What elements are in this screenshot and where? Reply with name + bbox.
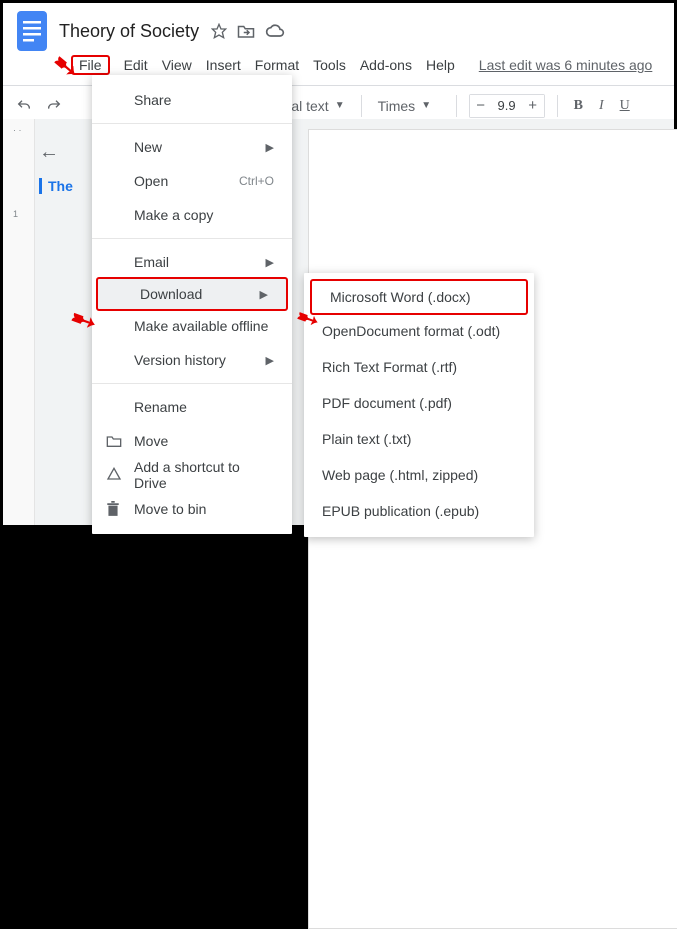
download-html[interactable]: Web page (.html, zipped) <box>304 457 534 493</box>
file-menu-download[interactable]: Download▶ <box>96 277 288 311</box>
folder-move-icon <box>106 434 134 448</box>
menu-item-label: Move <box>134 433 274 449</box>
menu-item-label: Email <box>134 254 266 270</box>
italic-button[interactable]: I <box>595 98 608 114</box>
file-menu-offline[interactable]: Make available offline <box>92 309 292 343</box>
menu-item-label: Move to bin <box>134 501 274 517</box>
menu-item-label: Share <box>134 92 274 108</box>
move-folder-icon[interactable] <box>237 23 255 39</box>
menu-item-label: OpenDocument format (.odt) <box>322 323 516 339</box>
menu-format[interactable]: Format <box>255 57 299 73</box>
underline-button[interactable]: U <box>616 98 634 114</box>
menu-item-label: New <box>134 139 266 155</box>
menu-separator <box>92 383 292 384</box>
file-menu-rename[interactable]: Rename <box>92 390 292 424</box>
menu-insert[interactable]: Insert <box>206 57 241 73</box>
file-menu-email[interactable]: Email▶ <box>92 245 292 279</box>
last-edit-link[interactable]: Last edit was 6 minutes ago <box>479 57 653 73</box>
menu-help[interactable]: Help <box>426 57 455 73</box>
trash-icon <box>106 501 134 517</box>
download-txt[interactable]: Plain text (.txt) <box>304 421 534 457</box>
menu-addons[interactable]: Add-ons <box>360 57 412 73</box>
menu-tools[interactable]: Tools <box>313 57 346 73</box>
menu-item-label: Make available offline <box>134 318 274 334</box>
font-size-increase[interactable]: + <box>522 95 544 117</box>
menu-item-label: EPUB publication (.epub) <box>322 503 516 519</box>
menu-separator <box>92 238 292 239</box>
file-menu-open[interactable]: OpenCtrl+O <box>92 164 292 198</box>
redo-icon[interactable] <box>43 98 65 114</box>
menu-item-label: PDF document (.pdf) <box>322 395 516 411</box>
submenu-arrow-icon: ▶ <box>266 256 274 269</box>
divider <box>361 95 362 117</box>
download-word[interactable]: Microsoft Word (.docx) <box>310 279 528 315</box>
ruler-mark: 1 <box>13 209 18 219</box>
divider <box>557 95 558 117</box>
file-menu-make-copy[interactable]: Make a copy <box>92 198 292 232</box>
undo-icon[interactable] <box>13 98 35 114</box>
menu-item-label: Open <box>134 173 239 189</box>
menu-item-label: Microsoft Word (.docx) <box>330 289 508 305</box>
star-icon[interactable] <box>211 23 227 39</box>
menu-item-label: Make a copy <box>134 207 274 223</box>
document-title[interactable]: Theory of Society <box>59 21 199 42</box>
submenu-arrow-icon: ▶ <box>266 141 274 154</box>
file-menu-dropdown: Share New▶ OpenCtrl+O Make a copy Email▶… <box>92 75 292 534</box>
menu-item-label: Download <box>140 286 260 302</box>
menu-item-label: Plain text (.txt) <box>322 431 516 447</box>
file-menu-move[interactable]: Move <box>92 424 292 458</box>
font-label: Times <box>378 98 416 114</box>
download-epub[interactable]: EPUB publication (.epub) <box>304 493 534 529</box>
submenu-arrow-icon: ▶ <box>266 354 274 367</box>
caret-icon: ▼ <box>335 100 345 111</box>
download-rtf[interactable]: Rich Text Format (.rtf) <box>304 349 534 385</box>
submenu-arrow-icon: ▶ <box>260 288 268 301</box>
file-menu-move-bin[interactable]: Move to bin <box>92 492 292 526</box>
file-menu-share[interactable]: Share <box>92 83 292 117</box>
font-size-decrease[interactable]: − <box>470 95 492 117</box>
menu-item-label: Version history <box>134 352 266 368</box>
file-menu-add-shortcut[interactable]: Add a shortcut to Drive <box>92 458 292 492</box>
font-select[interactable]: Times ▼ <box>374 98 444 114</box>
menu-item-label: Rename <box>134 399 274 415</box>
menu-separator <box>92 123 292 124</box>
divider <box>456 95 457 117</box>
vertical-ruler: · · 1 <box>3 119 35 525</box>
font-size-value[interactable]: 9.9 <box>492 98 522 113</box>
menu-file[interactable]: File <box>71 55 110 75</box>
bold-button[interactable]: B <box>570 98 587 114</box>
docs-app-icon[interactable] <box>17 11 47 51</box>
menu-view[interactable]: View <box>162 57 192 73</box>
download-submenu: Microsoft Word (.docx) OpenDocument form… <box>304 273 534 537</box>
file-menu-version-history[interactable]: Version history▶ <box>92 343 292 377</box>
drive-shortcut-icon <box>106 467 134 483</box>
download-pdf[interactable]: PDF document (.pdf) <box>304 385 534 421</box>
download-odt[interactable]: OpenDocument format (.odt) <box>304 313 534 349</box>
outline-collapse-icon[interactable]: ← <box>39 141 59 164</box>
cloud-status-icon[interactable] <box>265 23 285 39</box>
menu-item-label: Web page (.html, zipped) <box>322 467 516 483</box>
caret-icon: ▼ <box>421 100 431 111</box>
menu-item-label: Add a shortcut to Drive <box>134 459 274 491</box>
menu-item-label: Rich Text Format (.rtf) <box>322 359 516 375</box>
ruler-mark: · · <box>13 125 22 135</box>
menu-edit[interactable]: Edit <box>124 57 148 73</box>
menu-item-shortcut: Ctrl+O <box>239 174 274 188</box>
font-size-stepper: − 9.9 + <box>469 94 545 118</box>
file-menu-new[interactable]: New▶ <box>92 130 292 164</box>
